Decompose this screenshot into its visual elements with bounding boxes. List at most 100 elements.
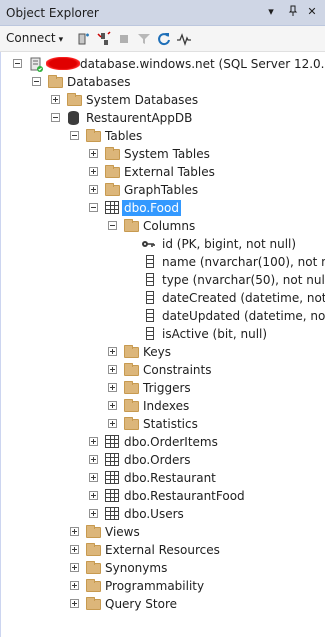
tree-label: Programmability: [105, 579, 205, 593]
tree-label: System Tables: [124, 147, 210, 161]
expand-icon[interactable]: [70, 545, 79, 554]
connect-button[interactable]: Connect ▾: [6, 31, 63, 45]
folder-icon: [86, 597, 101, 610]
collapse-icon[interactable]: [13, 59, 22, 68]
tree-node-databases[interactable]: Databases: [1, 73, 325, 91]
tree-label: Views: [105, 525, 140, 539]
tree-node-column[interactable]: dateCreated (datetime, not: [1, 289, 325, 307]
activity-monitor-icon[interactable]: [176, 31, 192, 47]
folder-icon: [48, 75, 63, 88]
expand-icon[interactable]: [70, 581, 79, 590]
tree-node-external-resources[interactable]: External Resources: [1, 541, 325, 559]
tree-node-columns[interactable]: Columns: [1, 217, 325, 235]
tree-node-graph-tables[interactable]: GraphTables: [1, 181, 325, 199]
folder-icon: [124, 363, 139, 376]
tree-label: Synonyms: [105, 561, 168, 575]
expand-icon[interactable]: [108, 365, 117, 374]
expand-icon[interactable]: [89, 491, 98, 500]
refresh-icon[interactable]: [156, 31, 172, 47]
column-icon: [146, 273, 154, 286]
tree-node-column[interactable]: isActive (bit, null): [1, 325, 325, 343]
expand-icon[interactable]: [89, 455, 98, 464]
expand-icon[interactable]: [70, 527, 79, 536]
expand-icon[interactable]: [108, 419, 117, 428]
auto-hide-pin-icon[interactable]: [286, 5, 300, 19]
collapse-icon[interactable]: [51, 113, 60, 122]
tree-node-database[interactable]: RestaurentAppDB: [1, 109, 325, 127]
expand-icon[interactable]: [89, 437, 98, 446]
tree-label: Triggers: [143, 381, 191, 395]
tree-label-selected: dbo.Food: [122, 200, 181, 216]
filter-icon[interactable]: [136, 31, 152, 47]
folder-icon: [105, 183, 120, 196]
server-label: database.windows.net (SQL Server 12.0.20: [80, 57, 325, 71]
tree-node-keys[interactable]: Keys: [1, 343, 325, 361]
expand-icon[interactable]: [89, 185, 98, 194]
collapse-icon[interactable]: [32, 77, 41, 86]
folder-icon: [86, 543, 101, 556]
tree-node-table[interactable]: dbo.Restaurant: [1, 469, 325, 487]
tree-node-statistics[interactable]: Statistics: [1, 415, 325, 433]
expand-icon[interactable]: [89, 473, 98, 482]
column-icon: [146, 327, 154, 340]
expand-icon[interactable]: [89, 167, 98, 176]
tree-node-system-databases[interactable]: System Databases: [1, 91, 325, 109]
tree-node-column[interactable]: dateUpdated (datetime, no: [1, 307, 325, 325]
collapse-icon[interactable]: [89, 203, 98, 212]
tree-node-triggers[interactable]: Triggers: [1, 379, 325, 397]
folder-icon: [124, 345, 139, 358]
folder-icon: [124, 219, 139, 232]
tree-node-indexes[interactable]: Indexes: [1, 397, 325, 415]
tree-label: dbo.RestaurantFood: [124, 489, 245, 503]
expand-icon[interactable]: [70, 563, 79, 572]
tree-label: Constraints: [143, 363, 212, 377]
window-position-dropdown-icon[interactable]: ▾: [264, 5, 278, 19]
table-icon: [105, 507, 119, 520]
folder-icon: [105, 147, 120, 160]
folder-icon: [124, 417, 139, 430]
column-icon: [146, 255, 154, 268]
tree-node-column[interactable]: id (PK, bigint, not null): [1, 235, 325, 253]
tree-node-column[interactable]: type (nvarchar(50), not null: [1, 271, 325, 289]
tree-node-table[interactable]: dbo.OrderItems: [1, 433, 325, 451]
table-icon: [105, 489, 119, 502]
tree-node-query-store[interactable]: Query Store: [1, 595, 325, 613]
tree-node-table[interactable]: dbo.RestaurantFood: [1, 487, 325, 505]
tree-label: Keys: [143, 345, 172, 359]
tree-label: Query Store: [105, 597, 177, 611]
tree-node-programmability[interactable]: Programmability: [1, 577, 325, 595]
connect-object-explorer-icon[interactable]: [76, 31, 92, 47]
expand-icon[interactable]: [108, 383, 117, 392]
column-label: dateUpdated (datetime, no: [162, 309, 325, 323]
collapse-icon[interactable]: [108, 221, 117, 230]
tree-node-external-tables[interactable]: External Tables: [1, 163, 325, 181]
tree-node-system-tables[interactable]: System Tables: [1, 145, 325, 163]
folder-icon: [86, 129, 101, 142]
stop-icon[interactable]: [116, 31, 132, 47]
tree-label: Tables: [105, 129, 143, 143]
tree-node-tables[interactable]: Tables: [1, 127, 325, 145]
tree-label: Columns: [143, 219, 196, 233]
tree-label: dbo.Users: [124, 507, 184, 521]
tree-node-food-table[interactable]: dbo.Food: [1, 199, 325, 217]
expand-icon[interactable]: [108, 401, 117, 410]
title-bar: Object Explorer ▾ ✕: [0, 0, 325, 26]
tree-node-table[interactable]: dbo.Users: [1, 505, 325, 523]
tree-node-table[interactable]: dbo.Orders: [1, 451, 325, 469]
expand-icon[interactable]: [89, 509, 98, 518]
close-icon[interactable]: ✕: [305, 5, 319, 19]
disconnect-icon[interactable]: [96, 31, 112, 47]
expand-icon[interactable]: [70, 599, 79, 608]
tree-node-server[interactable]: database.windows.net (SQL Server 12.0.20: [1, 55, 325, 73]
collapse-icon[interactable]: [70, 131, 79, 140]
folder-icon: [86, 579, 101, 592]
tree-node-constraints[interactable]: Constraints: [1, 361, 325, 379]
expand-icon[interactable]: [108, 347, 117, 356]
tree-node-column[interactable]: name (nvarchar(100), not n: [1, 253, 325, 271]
tree-node-synonyms[interactable]: Synonyms: [1, 559, 325, 577]
redacted-server-name: [46, 57, 80, 70]
expand-icon[interactable]: [89, 149, 98, 158]
expand-icon[interactable]: [51, 95, 60, 104]
tree-node-views[interactable]: Views: [1, 523, 325, 541]
tree-label: Statistics: [143, 417, 198, 431]
